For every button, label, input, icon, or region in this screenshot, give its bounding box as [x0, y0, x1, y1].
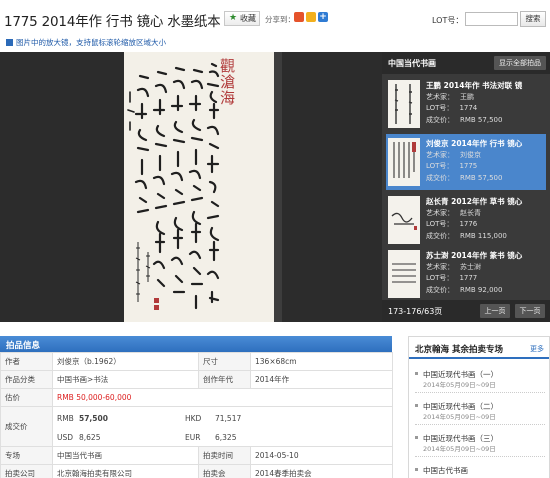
hkd-currency: HKD	[185, 413, 202, 423]
lot-thumbnail-active[interactable]: 刘俊京 2014年作 行书 镜心 艺术家： 刘俊京 LOT号： 1775 成交价： R…	[386, 134, 546, 190]
year-value: 2014年作	[250, 370, 393, 389]
session-date: 2014年05月09日~09日	[423, 445, 496, 453]
estimate-label: 估价	[0, 388, 53, 407]
artwork-image[interactable]: 觀滄海	[124, 52, 274, 322]
star-icon: ★	[229, 13, 238, 23]
auction-time-label: 拍卖时间	[198, 446, 251, 465]
share-more-icon[interactable]: +	[318, 12, 328, 22]
author-label: 作者	[0, 352, 53, 371]
share-label: 分享到：	[265, 15, 295, 24]
thumbnail-lot: LOT号： 1776	[426, 220, 478, 228]
header: 1775 2014年作 行书 镜心 水墨纸本 ★ 收藏 分享到： + LOT号：…	[0, 0, 550, 36]
bullet-icon	[415, 436, 418, 439]
thumbnail-title: 苏士澍 2014年作 篆书 镜心	[426, 251, 523, 260]
size-value: 136×68cm	[250, 352, 393, 371]
thumbnail-price: 成交价： RMB 57,500	[426, 116, 503, 124]
next-page-button[interactable]: 下一页	[515, 304, 545, 318]
lot-thumbnail-panel: 中国当代书画 显示全部拍品 王鹏 2014年作 书法对联 镜 艺术家： 王鹏 LO…	[382, 52, 550, 322]
rmb-currency: RMB	[57, 413, 74, 423]
thumbnail-title: 赵长青 2012年作 草书 镜心	[426, 197, 523, 206]
auction-time-value: 2014-05-10	[250, 446, 393, 465]
session-date: 2014年05月09日~09日	[423, 413, 496, 421]
lot-thumbnail[interactable]: 赵长青 2012年作 草书 镜心 艺术家： 赵长青 LOT号： 1776 成交价： R…	[386, 192, 546, 248]
page-info: 173-176/63页	[388, 307, 443, 316]
divider	[415, 456, 545, 457]
thumbnail-pager: 173-176/63页 上一页 下一页	[382, 300, 550, 322]
bullet-icon	[415, 404, 418, 407]
session-name[interactable]: 中国古代书画	[423, 465, 468, 476]
lot-search-input[interactable]	[465, 12, 518, 26]
favorite-label: 收藏	[240, 14, 256, 23]
thumbnail-price: 成交价： RMB 115,000	[426, 232, 507, 240]
bullet-icon	[415, 372, 418, 375]
thumbnail-artist: 艺术家： 刘俊京	[426, 151, 481, 159]
prev-page-button[interactable]: 上一页	[480, 304, 510, 318]
weibo-share-icon[interactable]	[294, 12, 304, 22]
author-value: 刘俊京（b.1962）	[52, 352, 199, 371]
eur-amount: 6,325	[215, 432, 237, 442]
magnifier-icon	[6, 39, 13, 46]
lot-thumbnail[interactable]: 王鹏 2014年作 书法对联 镜 艺术家： 王鹏 LOT号： 1774 成交价： RM…	[386, 76, 546, 132]
thumbnail-artist: 艺术家： 王鹏	[426, 93, 474, 101]
usd-amount: 8,625	[79, 432, 101, 442]
thumbnail-lot: LOT号： 1775	[426, 162, 478, 170]
divider	[415, 424, 545, 425]
thumbnail-panel-title: 中国当代书画	[388, 59, 436, 68]
sale-value: 2014春季拍卖会	[250, 464, 393, 478]
session-value: 中国当代书画	[52, 446, 199, 465]
lot-info-table: 作者 刘俊京（b.1962） 尺寸 136×68cm 作品分类 中国书画>书法 …	[0, 352, 393, 478]
zoom-tip: 图片中的放大镜，支持鼠标滚轮缩放区域大小	[6, 37, 166, 48]
company-label: 拍卖公司	[0, 464, 53, 478]
thumbnail-panel-header: 中国当代书画 显示全部拍品	[382, 52, 550, 74]
session-label: 专场	[0, 446, 53, 465]
rmb-amount: 57,500	[79, 413, 108, 423]
viewer-edge	[274, 52, 282, 322]
thumbnail-image	[388, 80, 420, 128]
deal-price-grid: RMB 57,500 HKD 71,517 USD 8,625 EUR 6,32…	[54, 409, 392, 445]
lot-info-header: 拍品信息	[0, 336, 392, 352]
thumbnail-image	[388, 138, 420, 186]
thumbnail-image	[388, 250, 420, 298]
sidebar-header: 北京翰海 其余拍卖专场 更多	[409, 337, 549, 359]
thumbnail-title: 王鹏 2014年作 书法对联 镜	[426, 81, 523, 90]
eur-currency: EUR	[185, 432, 201, 442]
bullet-icon	[415, 468, 418, 471]
lot-info-title: 拍品信息	[6, 341, 41, 351]
divider	[415, 392, 545, 393]
year-label: 创作年代	[198, 370, 251, 389]
category-value: 中国书画>书法	[52, 370, 199, 389]
deal-price-label: 成交价	[0, 406, 53, 447]
session-date: 2014年05月09日~09日	[423, 381, 496, 389]
zoom-tip-text: 图片中的放大镜，支持鼠标滚轮缩放区域大小	[16, 38, 166, 47]
image-viewer[interactable]: 觀滄海	[0, 52, 382, 322]
deal-price-cell: RMB 57,500 HKD 71,517 USD 8,625 EUR 6,32…	[52, 406, 393, 447]
lot-thumbnail[interactable]: 苏士澍 2014年作 篆书 镜心 艺术家： 苏士澍 LOT号： 1777 成交价： R…	[386, 246, 546, 302]
thumbnail-title: 刘俊京 2014年作 行书 镜心	[426, 139, 523, 148]
search-button[interactable]: 搜索	[520, 11, 546, 27]
thumbnail-price: 成交价： RMB 92,000	[426, 286, 503, 294]
thumbnail-price: 成交价： RMB 57,500	[426, 174, 503, 182]
usd-currency: USD	[57, 432, 74, 442]
size-label: 尺寸	[198, 352, 251, 371]
category-label: 作品分类	[0, 370, 53, 389]
more-link[interactable]: 更多	[530, 344, 544, 354]
sale-label: 拍卖会	[198, 464, 251, 478]
other-sessions-sidebar: 北京翰海 其余拍卖专场 更多 中国近现代书画（一） 2014年05月09日~09…	[408, 336, 550, 478]
thumbnail-artist: 艺术家： 赵长青	[426, 209, 481, 217]
lot-search-label: LOT号：	[432, 16, 464, 25]
page-title: 1775 2014年作 行书 镜心 水墨纸本	[4, 14, 221, 30]
calligraphy-title: 觀滄海	[220, 57, 236, 107]
estimate-value: RMB 50,000-60,000	[52, 388, 393, 407]
qzone-share-icon[interactable]	[306, 12, 316, 22]
company-value: 北京翰海拍卖有限公司	[52, 464, 199, 478]
thumbnail-lot: LOT号： 1774	[426, 104, 478, 112]
hkd-amount: 71,517	[215, 413, 242, 423]
sidebar-title: 北京翰海 其余拍卖专场	[415, 345, 503, 355]
show-all-lots-button[interactable]: 显示全部拍品	[494, 56, 546, 70]
thumbnail-image	[388, 196, 420, 244]
thumbnail-lot: LOT号： 1777	[426, 274, 478, 282]
favorite-button[interactable]: ★ 收藏	[224, 11, 260, 26]
calligraphy-artwork	[124, 52, 274, 322]
thumbnail-artist: 艺术家： 苏士澍	[426, 263, 481, 271]
